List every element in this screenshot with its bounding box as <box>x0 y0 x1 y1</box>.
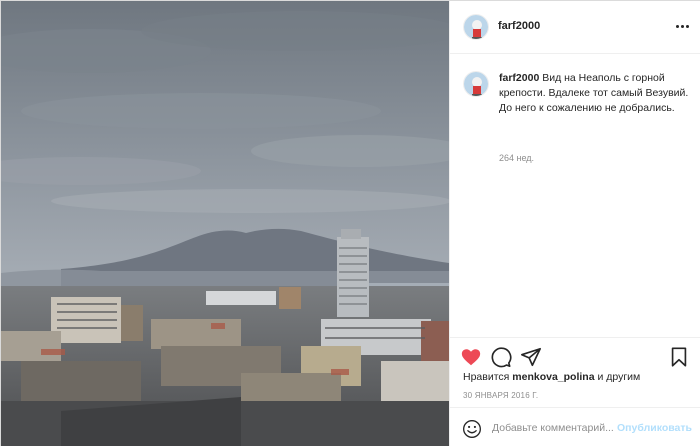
share-icon[interactable] <box>520 346 544 370</box>
post-date[interactable]: 30 ЯНВАРЯ 2016 Г. <box>463 391 538 400</box>
author-username[interactable]: farf2000 <box>498 20 540 32</box>
post-photo[interactable] <box>1 1 449 446</box>
author-avatar[interactable] <box>463 14 489 40</box>
likes-user[interactable]: menkova_polina <box>512 371 594 383</box>
post-card: farf2000 farf2000 Вид на Неаполь с горно… <box>0 0 700 446</box>
likes-suffix[interactable]: и другим <box>597 371 640 383</box>
post-header: farf2000 <box>450 1 700 54</box>
add-comment-bar: Опубликовать <box>450 407 700 446</box>
naples-vesuvius-photo <box>1 1 449 446</box>
post-side-panel: farf2000 farf2000 Вид на Неаполь с горно… <box>449 1 700 446</box>
caption-time-ago[interactable]: 264 нед. <box>499 153 534 163</box>
comment-icon[interactable] <box>490 346 514 370</box>
more-options-icon[interactable] <box>672 15 692 37</box>
publish-button[interactable]: Опубликовать <box>617 422 692 434</box>
likes-summary: Нравится menkova_polina и другим <box>463 371 640 383</box>
caption-avatar[interactable] <box>463 71 489 97</box>
comments-area: farf2000 Вид на Неаполь с горной крепост… <box>450 55 700 335</box>
like-heart-icon[interactable] <box>460 346 484 370</box>
likes-prefix: Нравится <box>463 371 510 383</box>
caption-text-block: farf2000 Вид на Неаполь с горной крепост… <box>499 71 694 116</box>
smiley-icon[interactable] <box>462 419 482 439</box>
bookmark-icon[interactable] <box>668 346 692 370</box>
caption-username[interactable]: farf2000 <box>499 72 539 84</box>
